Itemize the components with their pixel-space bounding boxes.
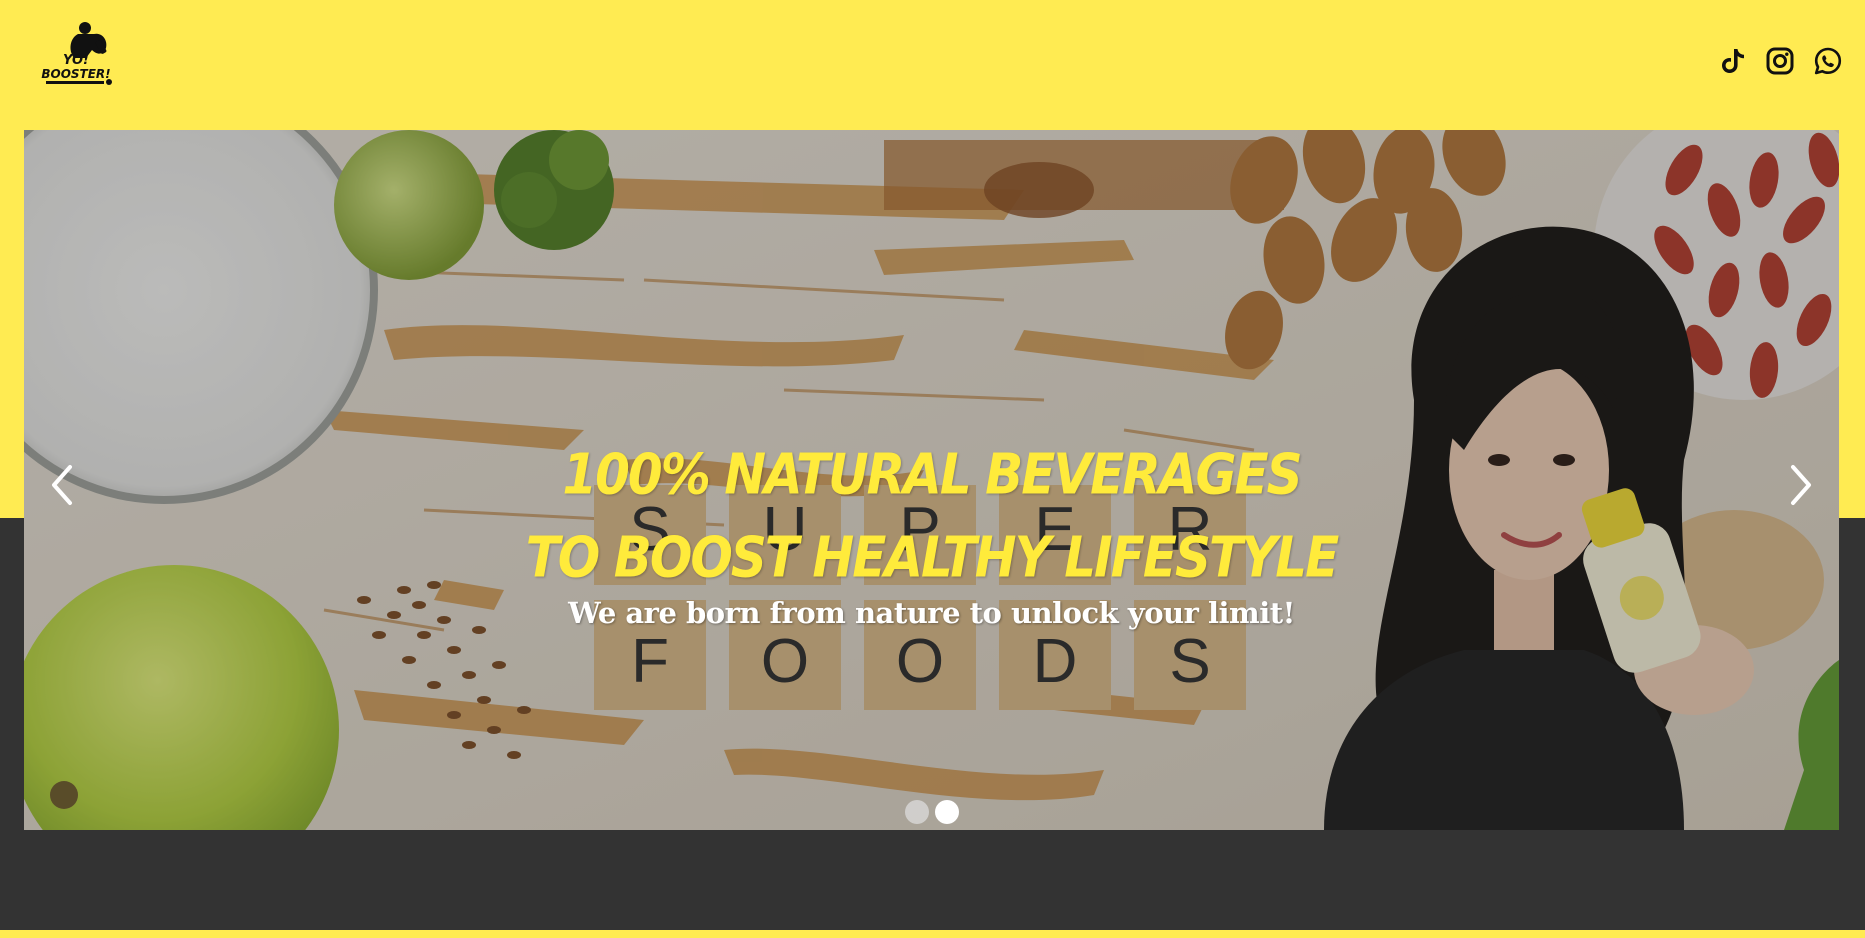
carousel-dot-1[interactable] bbox=[904, 800, 929, 824]
hero-carousel: S U P E R F O O D S 100% NATURAL BEVERAG… bbox=[24, 130, 1839, 830]
carousel-prev-button[interactable] bbox=[42, 455, 82, 515]
chevron-right-icon bbox=[1791, 465, 1811, 505]
hero-title: 100% Natural Beverages to Boost Healthy … bbox=[525, 442, 1340, 590]
instagram-icon[interactable] bbox=[1765, 46, 1795, 76]
carousel-next-button[interactable] bbox=[1781, 455, 1821, 515]
logo-text-booster: BOOSTER! bbox=[41, 67, 110, 81]
social-links bbox=[1717, 46, 1843, 76]
hero-caption: 100% Natural Beverages to Boost Healthy … bbox=[24, 442, 1839, 630]
tiktok-icon[interactable] bbox=[1717, 46, 1747, 76]
page: YO! BOOSTER! S U P E R F O O D S 100% NA… bbox=[0, 0, 1865, 938]
chevron-left-icon bbox=[52, 465, 72, 505]
yo-booster-logo[interactable]: YO! BOOSTER! bbox=[40, 20, 120, 92]
bottom-strip bbox=[0, 930, 1865, 938]
logo-text-yo: YO! bbox=[63, 53, 89, 68]
carousel-dot-2[interactable] bbox=[934, 800, 959, 824]
hero-subtitle: We are born from nature to unlock your l… bbox=[568, 596, 1295, 630]
whatsapp-icon[interactable] bbox=[1813, 46, 1843, 76]
carousel-indicators bbox=[24, 800, 1839, 824]
